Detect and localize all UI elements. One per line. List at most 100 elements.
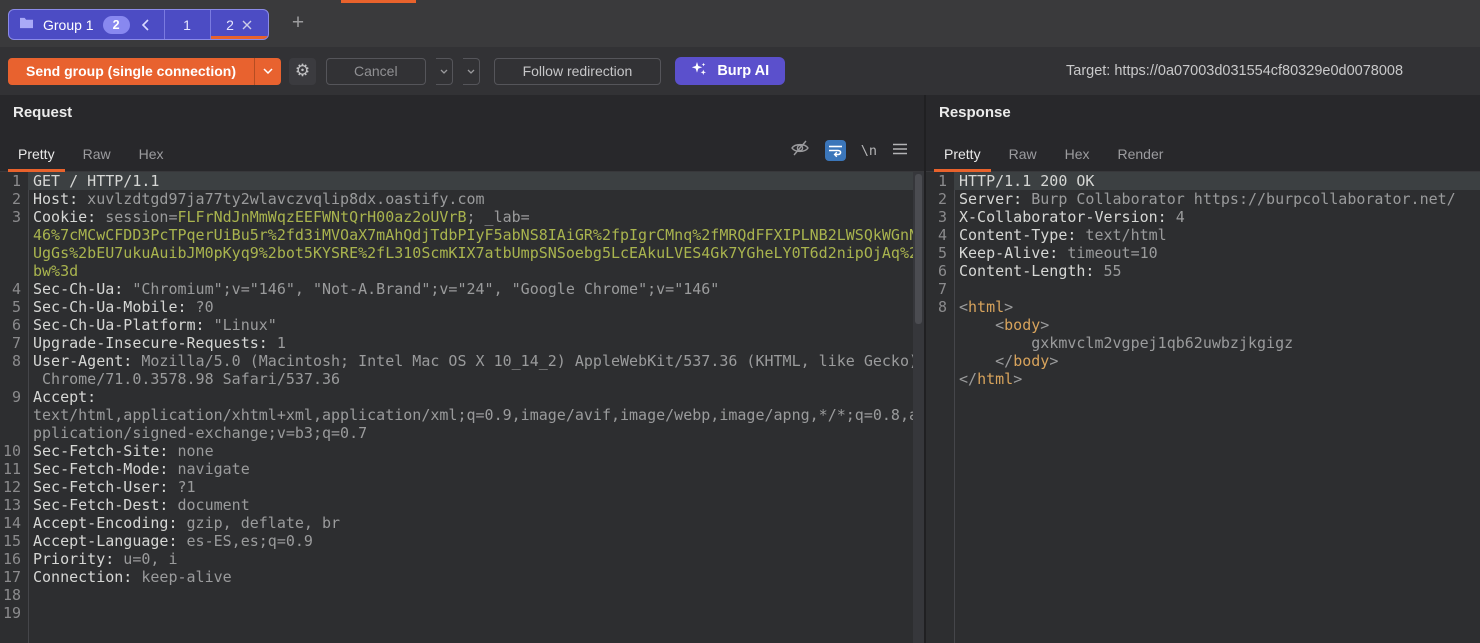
line-number: 13 — [0, 496, 28, 514]
code-row: 2Host: xuvlzdtgd97ja77ty2wlavczvqlip8dx.… — [0, 190, 913, 208]
line-number: 3 — [926, 208, 954, 226]
tab-group: Group 1 2 1 2 — [8, 9, 269, 40]
line-number — [926, 370, 954, 388]
code-row: </html> — [926, 370, 1480, 388]
code-row: bw%3d — [0, 262, 913, 280]
follow-redirection-button[interactable]: Follow redirection — [494, 58, 662, 85]
hamburger-menu-icon[interactable] — [892, 142, 908, 160]
code-row: 19 — [0, 604, 913, 622]
line-number — [926, 316, 954, 334]
response-panel-header: Response PrettyRawHexRender — [926, 95, 1480, 172]
send-group-button[interactable]: Send group (single connection) — [8, 58, 254, 85]
request-scrollbar[interactable] — [913, 172, 924, 643]
eye-off-icon[interactable] — [790, 139, 810, 162]
code-row: 46%7cMCwCFDD3PcTPqerUiBu5r%2fd3iMVOaX7mA… — [0, 226, 913, 244]
code-row: UgGs%2bEU7ukuAuibJM0pKyq9%2bot5KYSRE%2fL… — [0, 244, 913, 262]
tab-1[interactable]: 1 — [164, 10, 210, 39]
line-number: 6 — [0, 316, 28, 334]
code-row: 8<html> — [926, 298, 1480, 316]
code-row: 7Upgrade-Insecure-Requests: 1 — [0, 334, 913, 352]
line-number — [0, 244, 28, 262]
send-options-dropdown[interactable] — [254, 58, 281, 85]
tab-render[interactable]: Render — [1108, 138, 1174, 172]
code-row: 1HTTP/1.1 200 OK — [926, 172, 1480, 190]
code-row: 13Sec-Fetch-Dest: document — [0, 496, 913, 514]
line-number: 2 — [0, 190, 28, 208]
code-row: 17Connection: keep-alive — [0, 568, 913, 586]
tab-raw[interactable]: Raw — [999, 138, 1047, 172]
word-wrap-icon[interactable] — [825, 140, 846, 161]
tab-group-count-badge: 2 — [103, 16, 130, 34]
response-panel: Response PrettyRawHexRender 1HTTP/1.1 20… — [926, 95, 1480, 643]
line-number: 5 — [926, 244, 954, 262]
code-row: text/html,application/xhtml+xml,applicat… — [0, 406, 913, 424]
code-row: </body> — [926, 352, 1480, 370]
active-main-tab-underline — [341, 0, 416, 3]
repeater-toolbar: Send group (single connection) ⚙ Cancel … — [0, 47, 1480, 95]
line-number — [926, 334, 954, 352]
line-number: 4 — [0, 280, 28, 298]
code-row: 2Server: Burp Collaborator https://burpc… — [926, 190, 1480, 208]
code-row: 6Content-Length: 55 — [926, 262, 1480, 280]
code-row: 14Accept-Encoding: gzip, deflate, br — [0, 514, 913, 532]
code-row: 5Sec-Ch-Ua-Mobile: ?0 — [0, 298, 913, 316]
code-row: 16Priority: u=0, i — [0, 550, 913, 568]
response-view-tabs: PrettyRawHexRender — [930, 138, 1177, 172]
line-number: 4 — [926, 226, 954, 244]
message-editors: Request PrettyRawHex \n 1GET — [0, 95, 1480, 643]
code-row: pplication/signed-exchange;v=b3;q=0.7 — [0, 424, 913, 442]
line-number: 19 — [0, 604, 28, 622]
line-number: 1 — [0, 172, 28, 190]
tab-2-label: 2 — [226, 17, 234, 33]
tab-1-label: 1 — [183, 17, 191, 33]
line-number: 3 — [0, 208, 28, 226]
gear-icon[interactable]: ⚙ — [289, 58, 316, 85]
request-editor-icons: \n — [790, 139, 908, 162]
show-newlines-icon[interactable]: \n — [861, 143, 877, 159]
code-row: <body> — [926, 316, 1480, 334]
burp-repeater-window: Group 1 2 1 2 + Send group (single conne… — [0, 0, 1480, 643]
close-icon[interactable] — [242, 17, 252, 33]
tab-hex[interactable]: Hex — [129, 138, 174, 172]
line-number: 17 — [0, 568, 28, 586]
line-number: 8 — [0, 352, 28, 370]
request-view-tabs: PrettyRawHex — [4, 138, 178, 172]
line-number: 7 — [926, 280, 954, 298]
history-back-group — [436, 58, 453, 85]
line-number: 12 — [0, 478, 28, 496]
folder-icon — [19, 16, 34, 34]
line-number — [0, 424, 28, 442]
send-group-split-button: Send group (single connection) — [8, 58, 281, 85]
tab-group-header[interactable]: Group 1 2 — [9, 10, 164, 39]
tab-pretty[interactable]: Pretty — [934, 138, 991, 172]
line-number: 1 — [926, 172, 954, 190]
tab-hex[interactable]: Hex — [1055, 138, 1100, 172]
burp-ai-button[interactable]: Burp AI — [675, 57, 785, 85]
tab-pretty[interactable]: Pretty — [8, 138, 65, 172]
code-row: gxkmvclm2vgpej1qb62uwbzjkgigz — [926, 334, 1480, 352]
cancel-button[interactable]: Cancel — [326, 58, 426, 85]
line-number: 11 — [0, 460, 28, 478]
tab-raw[interactable]: Raw — [73, 138, 121, 172]
code-row: 11Sec-Fetch-Mode: navigate — [0, 460, 913, 478]
line-number: 18 — [0, 586, 28, 604]
target-url: Target: https://0a07003d031554cf80329e0d… — [1066, 47, 1403, 95]
request-panel-header: Request PrettyRawHex \n — [0, 95, 924, 172]
code-row: 10Sec-Fetch-Site: none — [0, 442, 913, 460]
line-number: 5 — [0, 298, 28, 316]
request-scrollbar-thumb[interactable] — [915, 174, 922, 324]
code-row: 1GET / HTTP/1.1 — [0, 172, 913, 190]
add-tab-button[interactable]: + — [287, 11, 309, 35]
response-editor[interactable]: 1HTTP/1.1 200 OK2Server: Burp Collaborat… — [926, 172, 1480, 643]
code-row: 3Cookie: session=FLFrNdJnMmWqzEEFWNtQrH0… — [0, 208, 913, 226]
code-row: 12Sec-Fetch-User: ?1 — [0, 478, 913, 496]
code-row: 7 — [926, 280, 1480, 298]
forward-dropdown[interactable] — [463, 58, 480, 85]
code-row: 15Accept-Language: es-ES,es;q=0.9 — [0, 532, 913, 550]
back-dropdown[interactable] — [436, 58, 453, 85]
chevron-left-icon[interactable] — [139, 19, 152, 31]
request-editor[interactable]: 1GET / HTTP/1.12Host: xuvlzdtgd97ja77ty2… — [0, 172, 924, 643]
code-row: 5Keep-Alive: timeout=10 — [926, 244, 1480, 262]
tab-2[interactable]: 2 — [210, 10, 268, 39]
code-row: 18 — [0, 586, 913, 604]
